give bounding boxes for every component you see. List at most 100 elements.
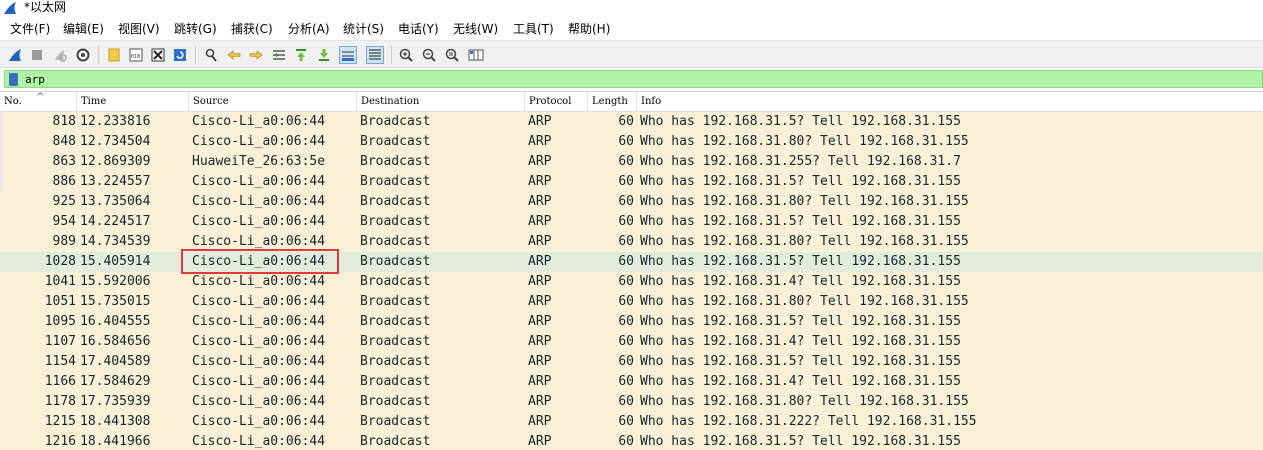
cell-destination: Broadcast — [360, 134, 431, 149]
cell-source: Cisco-Li_a0:06:44 — [192, 294, 326, 309]
cell-destination: Broadcast — [360, 414, 431, 429]
cell-info: Who has 192.168.31.4? Tell 192.168.31.15… — [640, 274, 961, 289]
packet-row[interactable]: 818 12.233816 Cisco-Li_a0:06:44 Broadcast AR… — [0, 112, 1263, 132]
packet-row[interactable]: 1107 16.584656 Cisco-Li_a0:06:44 Broadcast A… — [0, 332, 1263, 352]
menu-tools[interactable]: 工具(T) — [513, 18, 554, 40]
cell-destination: Broadcast — [360, 394, 431, 409]
wireshark-fin-icon — [4, 2, 16, 14]
menu-analyze[interactable]: 分析(A) — [288, 18, 330, 40]
packet-row[interactable]: 1215 18.441308 Cisco-Li_a0:06:44 Broadcast A… — [0, 412, 1263, 432]
cell-destination: Broadcast — [360, 214, 431, 229]
cell-info: Who has 192.168.31.80? Tell 192.168.31.1… — [640, 234, 969, 249]
cell-info: Who has 192.168.31.4? Tell 192.168.31.15… — [640, 334, 961, 349]
cell-length: 60 — [618, 274, 634, 289]
cell-source: Cisco-Li_a0:06:44 — [192, 134, 326, 149]
cell-protocol: ARP — [528, 294, 552, 309]
zoom-out-icon[interactable] — [420, 46, 438, 64]
cell-no: 1215 — [44, 414, 76, 429]
cell-no: 1095 — [44, 314, 76, 329]
cell-length: 60 — [618, 194, 634, 209]
packet-row[interactable]: 1051 15.735015 Cisco-Li_a0:06:44 Broadcast A… — [0, 292, 1263, 312]
cell-no: 954 — [52, 214, 76, 229]
cell-no: 989 — [52, 234, 76, 249]
menu-wireless[interactable]: 无线(W) — [453, 18, 498, 40]
packet-row[interactable]: 925 13.735064 Cisco-Li_a0:06:44 Broadcast AR… — [0, 192, 1263, 212]
cell-time: 18.441308 — [80, 414, 151, 429]
cell-destination: Broadcast — [360, 174, 431, 189]
find-icon[interactable] — [202, 46, 220, 64]
go-to-packet-icon[interactable] — [270, 46, 288, 64]
cell-source: Cisco-Li_a0:06:44 — [192, 254, 326, 269]
main-toolbar: 010 — [0, 40, 1263, 68]
packet-row[interactable]: 1095 16.404555 Cisco-Li_a0:06:44 Broadcast A… — [0, 312, 1263, 332]
cell-time: 14.734539 — [80, 234, 151, 249]
column-header-info[interactable]: Info — [637, 92, 1263, 112]
back-arrow-icon[interactable] — [225, 46, 243, 64]
cell-protocol: ARP — [528, 174, 552, 189]
menu-edit[interactable]: 编辑(E) — [63, 18, 104, 40]
auto-scroll-icon[interactable] — [339, 46, 357, 64]
menu-view[interactable]: 视图(V) — [118, 18, 160, 40]
menu-help[interactable]: 帮助(H) — [568, 18, 610, 40]
binary-file-icon[interactable]: 010 — [127, 46, 145, 64]
close-file-icon[interactable] — [149, 46, 167, 64]
restart-icon[interactable] — [51, 46, 69, 64]
cell-protocol: ARP — [528, 354, 552, 369]
display-filter-input[interactable]: arp — [4, 70, 1263, 88]
last-packet-icon[interactable] — [315, 46, 333, 64]
cell-info: Who has 192.168.31.80? Tell 192.168.31.1… — [640, 394, 969, 409]
cell-source: Cisco-Li_a0:06:44 — [192, 114, 326, 129]
menu-statistics[interactable]: 统计(S) — [343, 18, 384, 40]
packet-row[interactable]: 1216 18.441966 Cisco-Li_a0:06:44 Broadcast A… — [0, 432, 1263, 450]
column-header-length[interactable]: Length — [588, 92, 637, 112]
packet-row[interactable]: 1154 17.404589 Cisco-Li_a0:06:44 Broadcast A… — [0, 352, 1263, 372]
column-header-no[interactable]: No. ^ — [0, 92, 77, 112]
packet-row[interactable]: 848 12.734504 Cisco-Li_a0:06:44 Broadcast AR… — [0, 132, 1263, 152]
sort-ascending-icon: ^ — [36, 92, 45, 103]
first-packet-icon[interactable] — [292, 46, 310, 64]
packet-row[interactable]: 954 14.224517 Cisco-Li_a0:06:44 Broadcast AR… — [0, 212, 1263, 232]
cell-source: Cisco-Li_a0:06:44 — [192, 274, 326, 289]
colorize-icon[interactable] — [366, 46, 384, 64]
options-gear-icon[interactable] — [74, 46, 92, 64]
cell-no: 1216 — [44, 434, 76, 449]
cell-time: 16.584656 — [80, 334, 151, 349]
shark-fin-start-icon[interactable] — [6, 46, 24, 64]
cell-source: HuaweiTe_26:63:5e — [192, 154, 326, 169]
stop-icon[interactable] — [28, 46, 46, 64]
cell-info: Who has 192.168.31.5? Tell 192.168.31.15… — [640, 314, 961, 329]
filter-bookmark-icon[interactable] — [9, 73, 18, 86]
column-header-source[interactable]: Source — [189, 92, 357, 112]
menu-go[interactable]: 跳转(G) — [174, 18, 217, 40]
zoom-normal-icon[interactable] — [443, 46, 461, 64]
packet-row[interactable]: 863 12.869309 HuaweiTe_26:63:5e Broadcast AR… — [0, 152, 1263, 172]
open-folder-icon[interactable] — [105, 46, 123, 64]
cell-destination: Broadcast — [360, 374, 431, 389]
cell-time: 17.404589 — [80, 354, 151, 369]
cell-protocol: ARP — [528, 134, 552, 149]
packet-row[interactable]: 1041 15.592006 Cisco-Li_a0:06:44 Broadcast A… — [0, 272, 1263, 292]
packet-row[interactable]: 1166 17.584629 Cisco-Li_a0:06:44 Broadcast A… — [0, 372, 1263, 392]
forward-arrow-icon[interactable] — [247, 46, 265, 64]
column-header-protocol[interactable]: Protocol — [525, 92, 588, 112]
cell-source: Cisco-Li_a0:06:44 — [192, 414, 326, 429]
cell-time: 15.735015 — [80, 294, 151, 309]
packet-row[interactable]: 1178 17.735939 Cisco-Li_a0:06:44 Broadcast A… — [0, 392, 1263, 412]
reload-icon[interactable] — [171, 46, 189, 64]
cell-destination: Broadcast — [360, 194, 431, 209]
column-header-time[interactable]: Time — [77, 92, 189, 112]
packet-row-selected[interactable]: 1028 15.405914 Cisco-Li_a0:06:44 Broadcast A… — [0, 252, 1263, 272]
cell-protocol: ARP — [528, 194, 552, 209]
menu-capture[interactable]: 捕获(C) — [231, 18, 273, 40]
cell-info: Who has 192.168.31.5? Tell 192.168.31.15… — [640, 254, 961, 269]
menu-telephony[interactable]: 电话(Y) — [398, 18, 439, 40]
cell-info: Who has 192.168.31.5? Tell 192.168.31.15… — [640, 354, 961, 369]
cell-length: 60 — [618, 374, 634, 389]
cell-length: 60 — [618, 134, 634, 149]
column-header-destination[interactable]: Destination — [357, 92, 525, 112]
packet-row[interactable]: 886 13.224557 Cisco-Li_a0:06:44 Broadcast AR… — [0, 172, 1263, 192]
packet-row[interactable]: 989 14.734539 Cisco-Li_a0:06:44 Broadcast AR… — [0, 232, 1263, 252]
menu-file[interactable]: 文件(F) — [10, 18, 50, 40]
resize-columns-icon[interactable] — [467, 46, 485, 64]
zoom-in-icon[interactable] — [397, 46, 415, 64]
